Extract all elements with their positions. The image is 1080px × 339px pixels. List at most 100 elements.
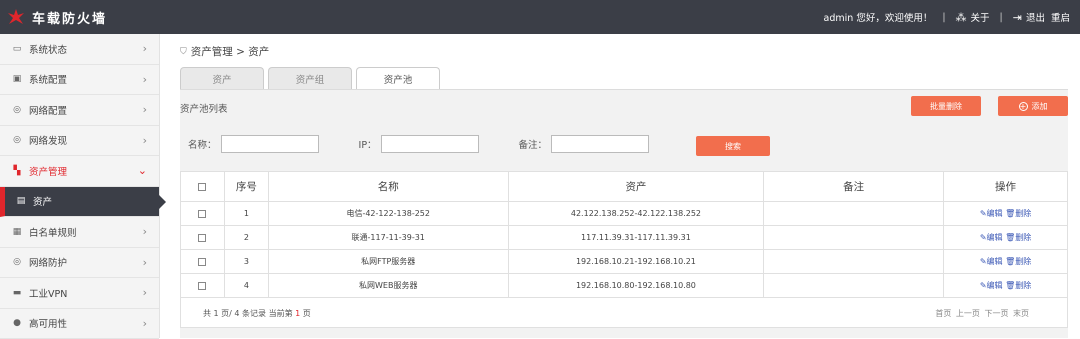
sidebar-item-label: 资产管理 [29, 164, 67, 178]
sidebar: ▭ 系统状态 › ▣ 系统配置 › ◎ 网络配置 › ◎ 网络发现 › ▚ 资产… [0, 34, 160, 338]
logout-label: 退出 [1026, 10, 1045, 24]
trash-icon: 🗑 [1005, 209, 1015, 218]
sidebar-item-label: 资产 [33, 194, 52, 208]
name-filter-input[interactable] [221, 135, 319, 153]
asset-pool-panel: 资产池列表 批量删除 + 添加 名称： IP： 备注： 搜索 序号 名称 [180, 89, 1068, 338]
delete-button[interactable]: 🗑删除 [1005, 257, 1031, 266]
sidebar-item-network-discovery[interactable]: ◎ 网络发现 › [0, 126, 159, 157]
app-title: 车载防火墙 [32, 8, 107, 27]
prev-page-link[interactable]: 上一页 [956, 309, 980, 318]
edit-label: 编辑 [987, 257, 1003, 266]
note-filter-input[interactable] [551, 135, 649, 153]
delete-label: 删除 [1015, 281, 1031, 290]
globe-icon: ◎ [11, 105, 23, 115]
row-index: 4 [224, 274, 268, 298]
select-all-checkbox[interactable] [198, 183, 206, 191]
table-row: 2 联通-117-11-39-31 117.11.39.31-117.11.39… [181, 226, 1068, 250]
pagination-bar: 共 1 页/ 4 条记录 当前第 1 页 首页 上一页 下一页 末页 [180, 298, 1068, 328]
edit-icon: ✎ [980, 209, 987, 218]
row-checkbox[interactable] [198, 234, 206, 242]
vpn-icon: ▬ [11, 288, 23, 298]
pagination-summary: 共 1 页/ 4 条记录 当前第 1 页 [203, 308, 311, 319]
delete-button[interactable]: 🗑删除 [1005, 233, 1031, 242]
edit-label: 编辑 [987, 233, 1003, 242]
logout-icon: ⇥ [1013, 11, 1022, 24]
shield-icon: ⛉ [180, 47, 187, 57]
row-checkbox[interactable] [198, 258, 206, 266]
restart-label: 重启 [1051, 10, 1070, 24]
batch-delete-button[interactable]: 批量删除 [911, 96, 981, 116]
main-content: ⛉ 资产管理 > 资产 资产 资产组 资产池 资产池列表 批量删除 + 添加 名… [160, 34, 1080, 338]
database-icon: ● [11, 318, 23, 328]
asset-pool-table: 序号 名称 资产 备注 操作 1 电信-42-122-138-252 42.12… [180, 171, 1068, 298]
sidebar-item-system-status[interactable]: ▭ 系统状态 › [0, 34, 159, 65]
list-icon: ▤ [15, 196, 27, 206]
row-name: 私网WEB服务器 [268, 274, 508, 298]
sidebar-item-label: 网络防护 [29, 255, 67, 269]
next-page-link[interactable]: 下一页 [984, 309, 1008, 318]
chevron-right-icon: › [143, 317, 147, 330]
pagination-links: 首页 上一页 下一页 末页 [933, 308, 1029, 319]
sidebar-item-high-availability[interactable]: ● 高可用性 › [0, 309, 159, 339]
chevron-right-icon: › [143, 103, 147, 116]
row-actions: ✎编辑 🗑删除 [944, 202, 1068, 226]
sidebar-item-network-protection[interactable]: ◎ 网络防护 › [0, 248, 159, 279]
about-label: 关于 [971, 10, 990, 24]
sidebar-item-system-config[interactable]: ▣ 系统配置 › [0, 65, 159, 96]
add-button[interactable]: + 添加 [998, 96, 1068, 116]
search-button[interactable]: 搜索 [696, 136, 770, 156]
last-page-link[interactable]: 末页 [1013, 309, 1029, 318]
row-name: 电信-42-122-138-252 [268, 202, 508, 226]
sidebar-item-whitelist-rules[interactable]: ▦ 白名单规则 › [0, 217, 159, 248]
delete-label: 删除 [1015, 233, 1031, 242]
pagination-suffix: 页 [303, 309, 311, 318]
row-asset: 42.122.138.252-42.122.138.252 [508, 202, 764, 226]
column-header-index: 序号 [224, 172, 268, 202]
edit-label: 编辑 [987, 281, 1003, 290]
tab-asset-pool[interactable]: 资产池 [356, 67, 440, 90]
sidebar-item-asset-management[interactable]: ▚ 资产管理 ⌄ [0, 156, 159, 187]
first-page-link[interactable]: 首页 [935, 309, 951, 318]
row-name: 私网FTP服务器 [268, 250, 508, 274]
delete-button[interactable]: 🗑删除 [1005, 281, 1031, 290]
table-row: 3 私网FTP服务器 192.168.10.21-192.168.10.21 ✎… [181, 250, 1068, 274]
top-right-menu: admin 您好，欢迎使用！ | ⁂ 关于 | ⇥ 退出 重启 [824, 0, 1070, 34]
edit-icon: ✎ [980, 257, 987, 266]
row-actions: ✎编辑 🗑删除 [944, 226, 1068, 250]
row-note [764, 202, 944, 226]
edit-button[interactable]: ✎编辑 [980, 233, 1003, 242]
restart-link[interactable]: 重启 [1051, 10, 1070, 24]
sidebar-item-label: 高可用性 [29, 316, 67, 330]
edit-icon: ✎ [980, 233, 987, 242]
globe-icon: ◎ [11, 257, 23, 267]
column-header-asset: 资产 [508, 172, 764, 202]
delete-label: 删除 [1015, 257, 1031, 266]
monitor-icon: ▭ [11, 44, 23, 54]
tab-asset-groups[interactable]: 资产组 [268, 67, 352, 89]
edit-button[interactable]: ✎编辑 [980, 209, 1003, 218]
row-checkbox[interactable] [198, 282, 206, 290]
row-asset: 192.168.10.80-192.168.10.80 [508, 274, 764, 298]
delete-button[interactable]: 🗑删除 [1005, 209, 1031, 218]
table-row: 4 私网WEB服务器 192.168.10.80-192.168.10.80 ✎… [181, 274, 1068, 298]
sidebar-item-assets[interactable]: ▤ 资产 [0, 187, 159, 218]
about-link[interactable]: ⁂ 关于 [956, 10, 990, 24]
ip-filter-input[interactable] [381, 135, 479, 153]
plus-icon: + [1019, 102, 1028, 111]
sidebar-item-label: 网络发现 [29, 133, 67, 147]
select-all-cell [181, 172, 225, 202]
tab-assets[interactable]: 资产 [180, 67, 264, 89]
greeting-text: admin 您好，欢迎使用！ [824, 10, 933, 24]
row-note [764, 226, 944, 250]
trash-icon: 🗑 [1005, 257, 1015, 266]
edit-button[interactable]: ✎编辑 [980, 257, 1003, 266]
globe-icon: ◎ [11, 135, 23, 145]
sidebar-item-network-config[interactable]: ◎ 网络配置 › [0, 95, 159, 126]
row-checkbox[interactable] [198, 210, 206, 218]
row-asset: 117.11.39.31-117.11.39.31 [508, 226, 764, 250]
edit-button[interactable]: ✎编辑 [980, 281, 1003, 290]
logout-link[interactable]: ⇥ 退出 [1013, 10, 1045, 24]
divider: | [1000, 12, 1003, 23]
chevron-right-icon: › [143, 73, 147, 86]
sidebar-item-industrial-vpn[interactable]: ▬ 工业VPN › [0, 278, 159, 309]
